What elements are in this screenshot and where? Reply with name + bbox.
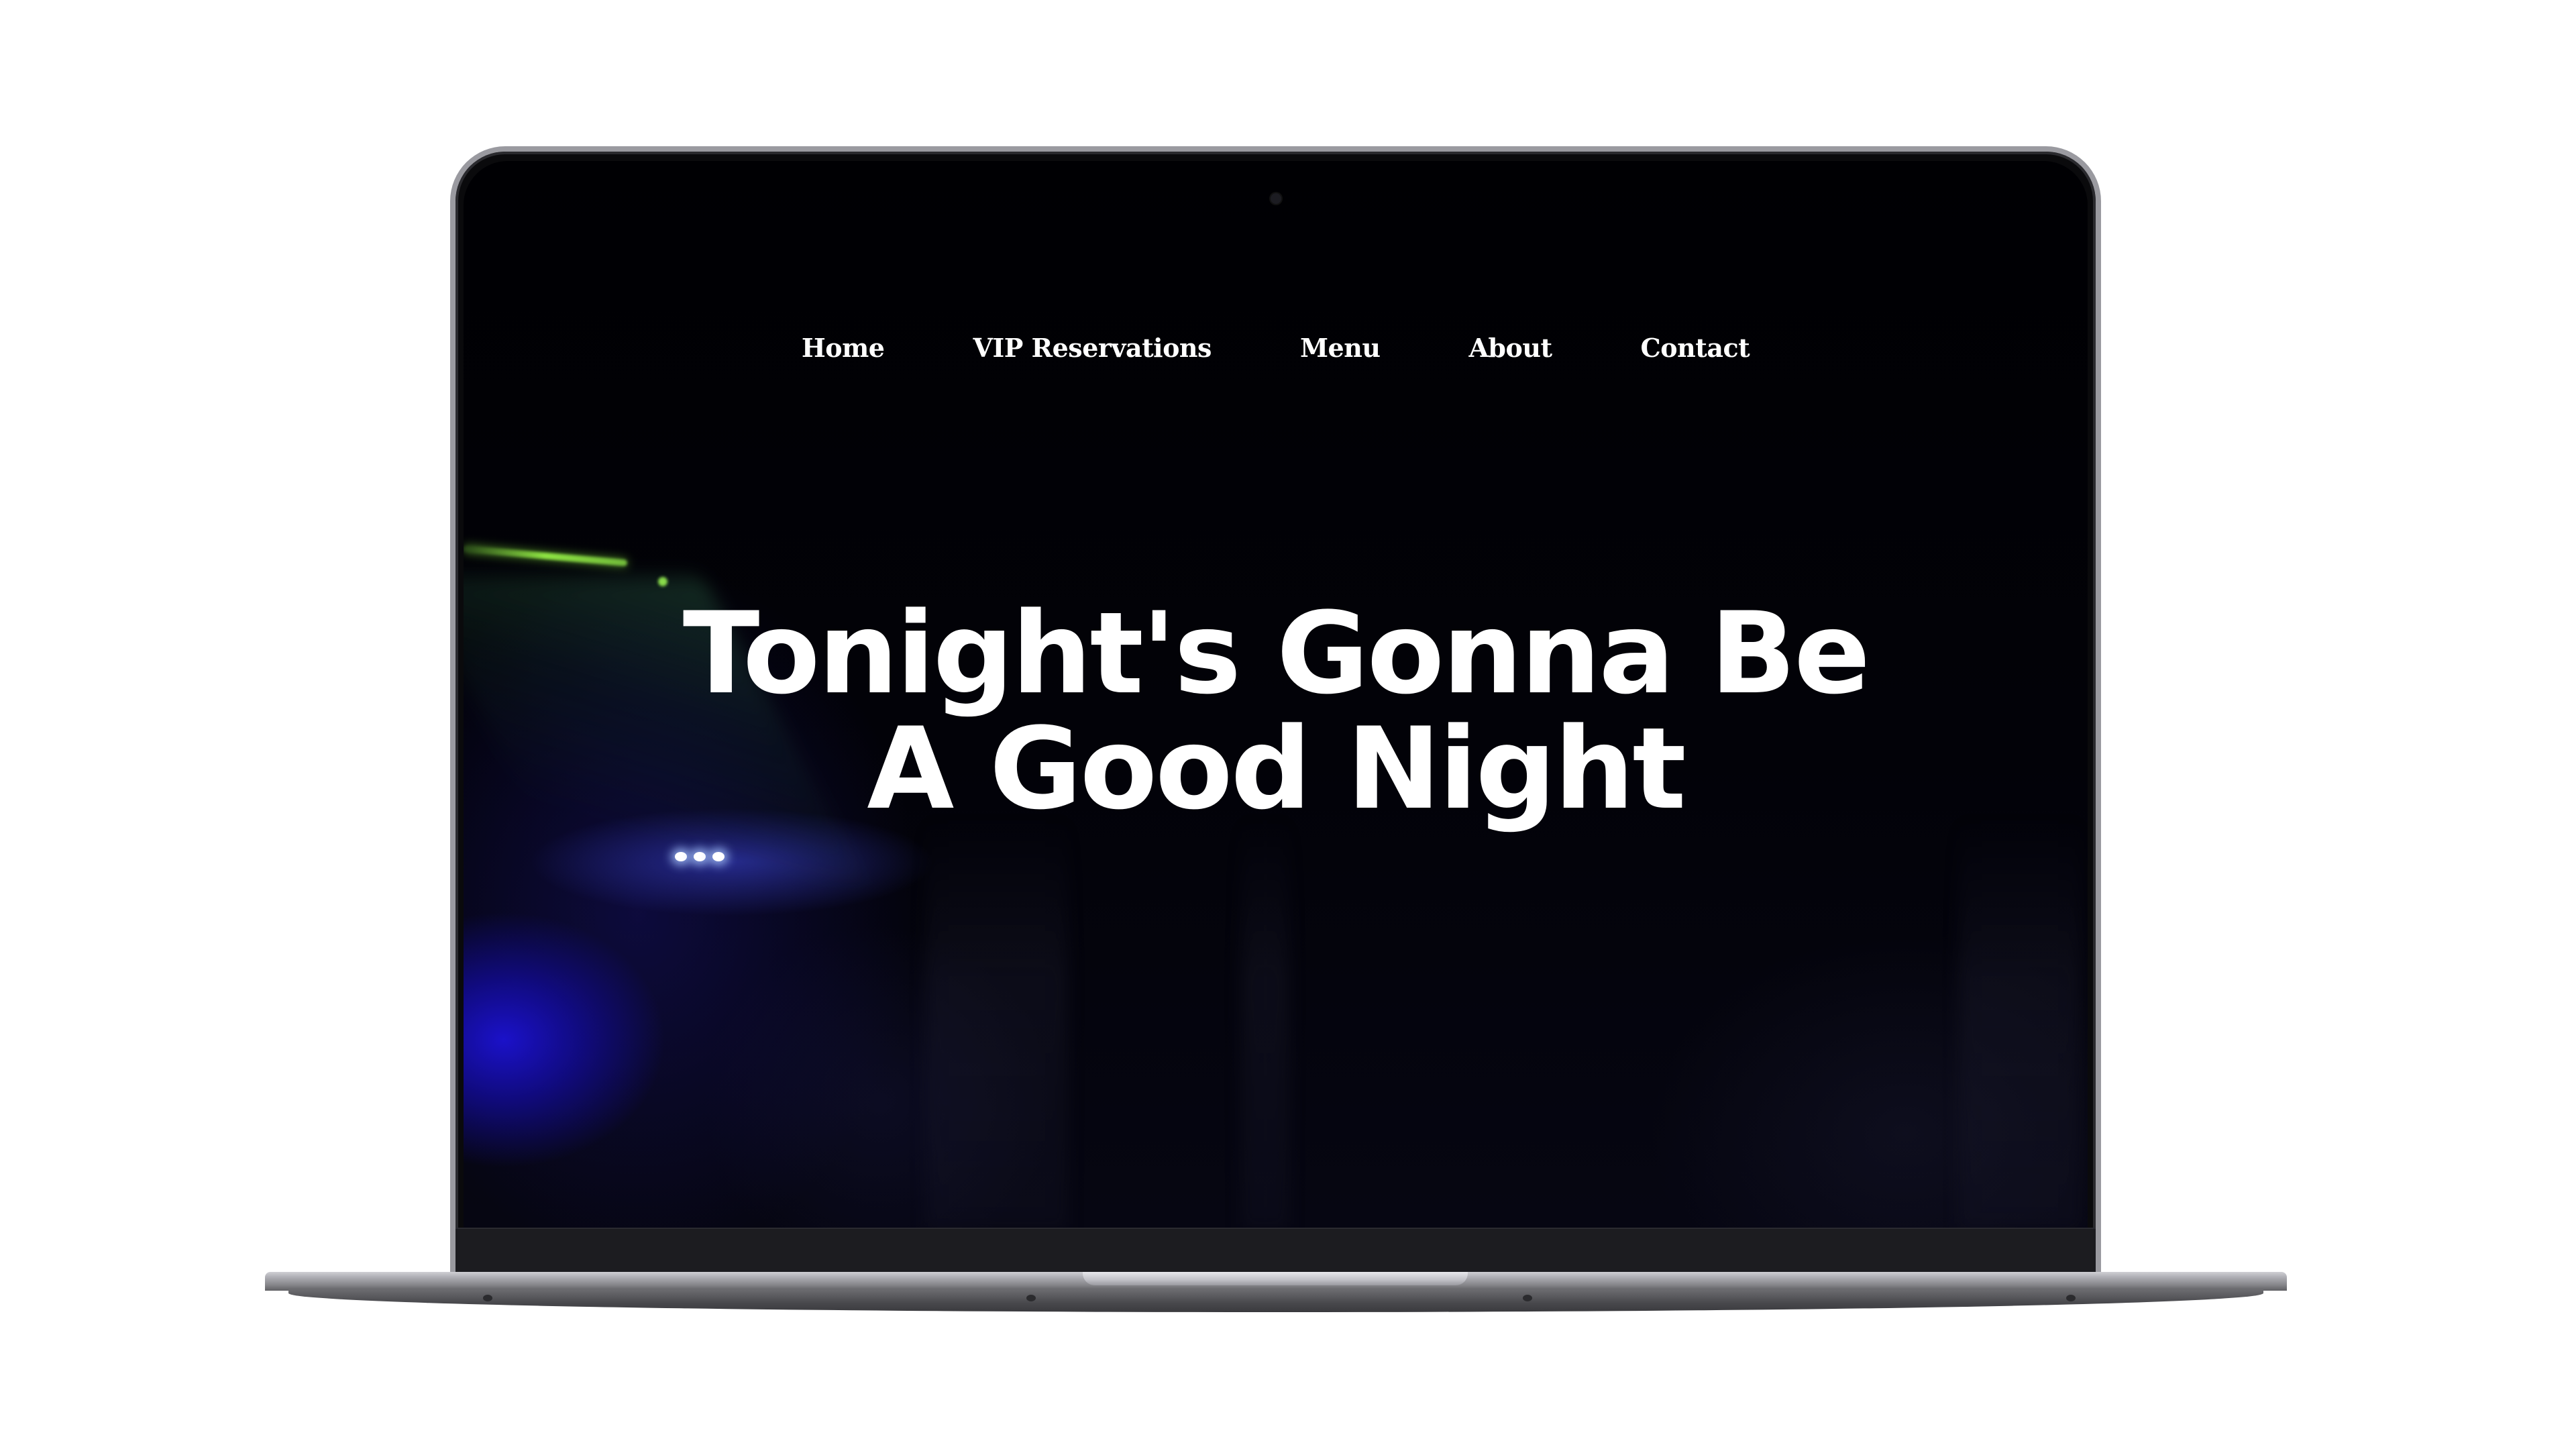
laptop-foot [1523,1295,1532,1301]
laptop-lid: Home VIP Reservations Menu About Contact… [450,146,2101,1275]
laptop-foot [483,1295,492,1301]
green-laser-dot [658,577,667,586]
nav-link-vip-reservations[interactable]: VIP Reservations [928,333,1255,363]
hero-title: Tonight's Gonna Be A Good Night [464,596,2088,826]
nav-link-home[interactable]: Home [757,333,929,363]
screen-bottom-bezel [455,1228,2096,1275]
hero-title-line-2: A Good Night [867,703,1686,835]
laptop-screen: Home VIP Reservations Menu About Contact… [464,161,2088,1229]
webcam-icon [1270,193,1281,204]
nav-link-about[interactable]: About [1424,333,1596,363]
fixture-light [712,852,724,861]
background-pillar [1242,818,1289,1229]
laptop-base-underside [288,1289,2263,1312]
background-pillar [1960,818,2080,1229]
laptop-foot [2066,1295,2076,1301]
nav-link-contact[interactable]: Contact [1597,333,1794,363]
fixture-light [694,852,706,861]
background-pillar [926,818,1067,1229]
main-nav: Home VIP Reservations Menu About Contact [464,333,2088,363]
hero-title-line-1: Tonight's Gonna Be [682,588,1870,719]
laptop-foot [1026,1295,1036,1301]
fixture-light [675,852,687,861]
nav-link-menu[interactable]: Menu [1256,333,1425,363]
laptop-opening-notch [1083,1272,1468,1285]
green-laser [464,545,628,567]
